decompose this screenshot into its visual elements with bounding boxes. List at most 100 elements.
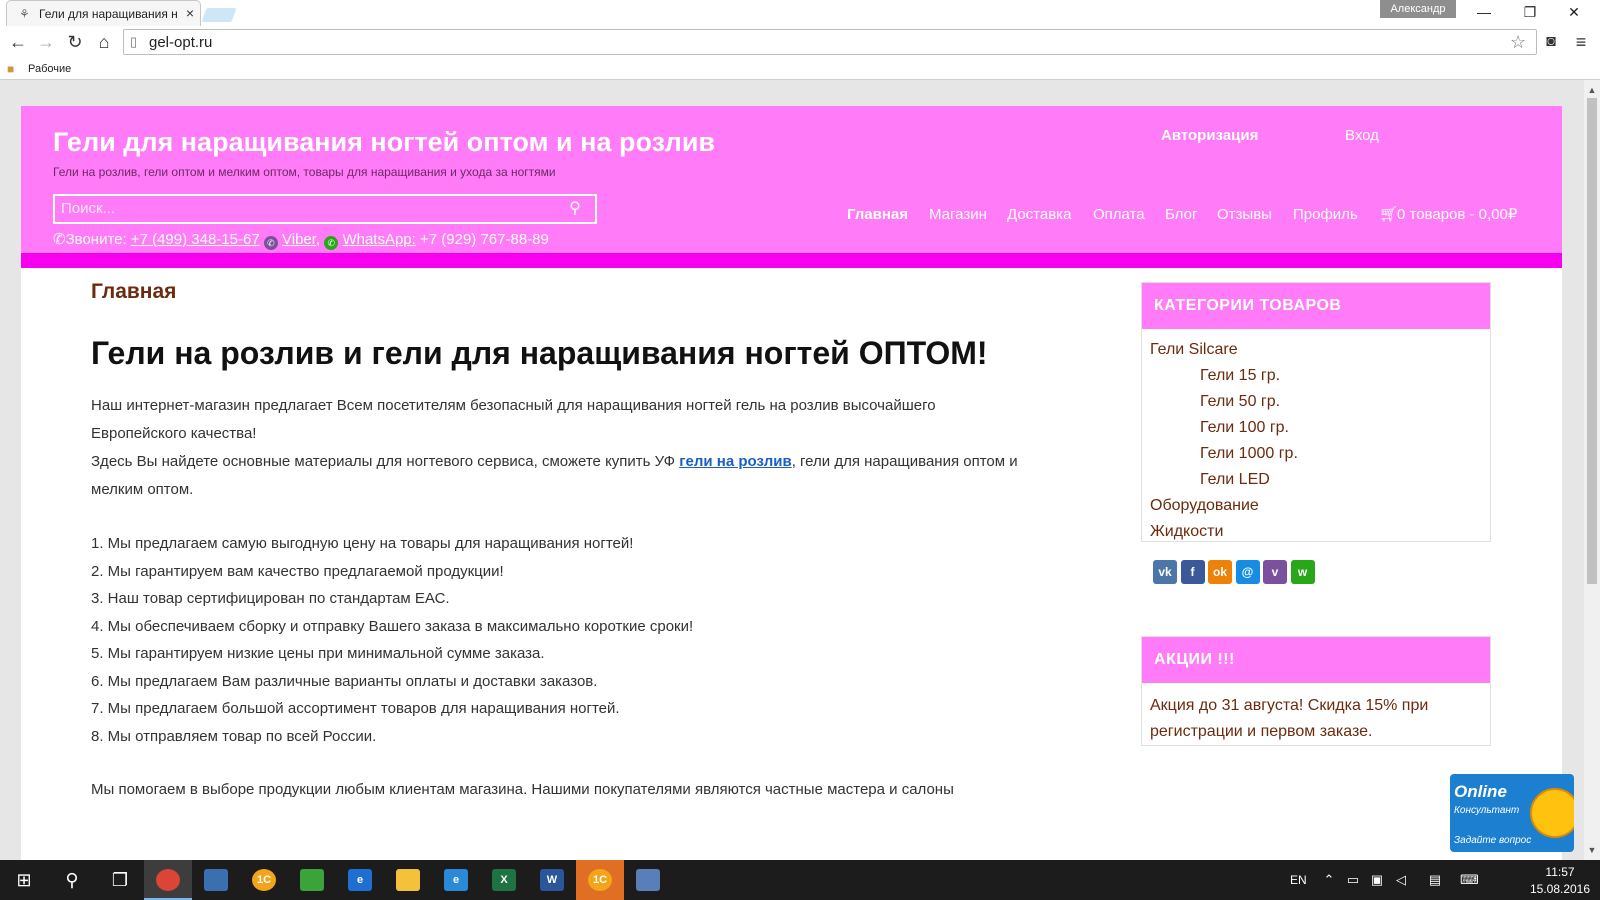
taskbar-app[interactable] xyxy=(288,860,336,900)
taskbar-app[interactable] xyxy=(624,860,672,900)
clock-time[interactable]: 11:57 xyxy=(1530,864,1590,880)
smiley-icon xyxy=(1530,788,1574,838)
network-icon[interactable]: ▣ xyxy=(1368,870,1386,890)
login-link[interactable]: Вход xyxy=(1345,126,1405,146)
forward-icon[interactable]: → xyxy=(34,30,58,54)
window-close-icon[interactable]: ✕ xyxy=(1556,2,1592,22)
extension-icon[interactable]: ◙ xyxy=(1540,31,1562,53)
online-consultant-button[interactable]: Online Консультант Задайте вопрос xyxy=(1450,774,1574,852)
windows-start-icon[interactable]: ⊞ xyxy=(0,860,48,900)
category-item[interactable]: Гели 100 гр. xyxy=(1150,415,1490,441)
category-item[interactable]: Гели Silcare xyxy=(1150,337,1490,363)
category-item[interactable]: Жидкости xyxy=(1150,519,1490,545)
category-item[interactable]: Гели 15 гр. xyxy=(1150,363,1490,389)
nav-item-home[interactable]: Главная xyxy=(847,204,908,226)
category-item[interactable]: Гели 1000 гр. xyxy=(1150,441,1490,467)
list-item: 3. Наш товар сертифицирован по стандарта… xyxy=(91,590,450,607)
url-text[interactable]: gel-opt.ru xyxy=(149,34,949,52)
taskbar-app[interactable] xyxy=(192,860,240,900)
gel-bulk-link[interactable]: гели на розлив xyxy=(679,453,791,470)
sale-text: Акция до 31 августа! Скидка 15% при реги… xyxy=(1150,697,1429,740)
language-indicator[interactable]: EN xyxy=(1290,870,1314,890)
nav-item-delivery[interactable]: Доставка xyxy=(1007,204,1071,226)
cart-link[interactable]: 0 товаров - 0,00₽ xyxy=(1397,204,1517,226)
clock-date[interactable]: 15.08.2016 xyxy=(1522,881,1598,897)
new-tab-button[interactable] xyxy=(201,8,237,22)
taskbar-explorer[interactable] xyxy=(384,860,432,900)
phone-link[interactable]: +7 (499) 348-15-67 xyxy=(131,231,260,248)
intro-paragraph-1: Наш интернет-магазин предлагает Всем пос… xyxy=(91,397,936,442)
notifications-icon[interactable]: ▤ xyxy=(1426,870,1444,890)
benefits-list: 1. Мы предлагаем самую выгодную цену на … xyxy=(91,530,991,750)
tab-close-icon[interactable]: × xyxy=(183,5,197,21)
intro-text-before: Здесь Вы найдете основные материалы для … xyxy=(91,453,680,470)
edge-icon: e xyxy=(348,869,372,891)
task-view-icon[interactable]: ❐ xyxy=(96,860,144,900)
viber-link[interactable]: Viber, xyxy=(282,231,320,248)
nav-item-payment[interactable]: Оплата xyxy=(1093,204,1145,226)
taskbar-ie[interactable]: e xyxy=(432,860,480,900)
whatsapp-icon: ✆ xyxy=(324,236,339,250)
search-icon[interactable]: ⚲ xyxy=(565,198,585,220)
consultant-ask: Задайте вопрос xyxy=(1454,835,1532,846)
categories-widget: КАТЕГОРИИ ТОВАРОВ Гели Silcare Гели 15 г… xyxy=(1141,282,1491,542)
bookmark-star-icon[interactable]: ☆ xyxy=(1510,32,1530,52)
keyboard-icon[interactable]: ⌨ xyxy=(1460,870,1479,890)
battery-icon[interactable]: ▭ xyxy=(1344,870,1362,890)
taskbar-1c-active[interactable]: 1C xyxy=(576,860,624,900)
bookmark-folder-label[interactable]: Рабочие xyxy=(28,62,108,76)
browser-tab[interactable]: ⚘ Гели для наращивания н × xyxy=(6,0,201,26)
auth-link[interactable]: Авторизация xyxy=(1161,126,1291,146)
facebook-icon[interactable]: f xyxy=(1180,560,1205,584)
mailru-icon[interactable]: @ xyxy=(1235,560,1260,584)
odnoklassniki-icon[interactable]: ok xyxy=(1208,560,1232,584)
search-icon[interactable]: ⚲ xyxy=(48,860,96,900)
header-accent-bar xyxy=(21,253,1562,268)
category-item[interactable]: Оборудование xyxy=(1150,493,1490,519)
taskbar-chrome[interactable] xyxy=(144,860,192,900)
whatsapp-icon[interactable]: w xyxy=(1290,560,1315,584)
whatsapp-link[interactable]: WhatsApp: xyxy=(342,231,415,248)
taskbar-edge[interactable]: e xyxy=(336,860,384,900)
taskbar-1c[interactable]: 1C xyxy=(240,860,288,900)
nav-item-blog[interactable]: Блог xyxy=(1165,204,1197,226)
minimize-icon[interactable]: — xyxy=(1466,2,1502,22)
categories-title: КАТЕГОРИИ ТОВАРОВ xyxy=(1142,283,1490,329)
vk-icon[interactable]: vk xyxy=(1153,560,1177,584)
back-icon[interactable]: ← xyxy=(6,30,30,54)
category-item[interactable]: Гели 50 гр. xyxy=(1150,389,1490,415)
taskbar-excel[interactable]: X xyxy=(480,860,528,900)
page-icon: ▯ xyxy=(130,34,138,49)
search-box[interactable]: Поиск... ⚲ xyxy=(53,194,597,224)
restore-icon[interactable]: ❐ xyxy=(1512,2,1548,22)
page-viewport: Гели для наращивания ногтей оптом и на р… xyxy=(0,80,1584,860)
taskbar-word[interactable]: W xyxy=(528,860,576,900)
whatsapp-phone[interactable]: +7 (929) 767-88-89 xyxy=(420,231,549,248)
scroll-thumb[interactable] xyxy=(1587,98,1597,584)
volume-icon[interactable]: ◁ xyxy=(1392,870,1410,890)
1c-icon: 1C xyxy=(588,869,612,891)
profile-name-badge[interactable]: Александр xyxy=(1380,0,1456,18)
scroll-up-icon[interactable]: ▲ xyxy=(1584,84,1600,96)
browser-menu-icon[interactable]: ≡ xyxy=(1570,31,1592,53)
tray-chevron-icon[interactable]: ⌃ xyxy=(1320,870,1338,890)
cart-icon[interactable]: 🛒︎ xyxy=(1379,204,1398,226)
viber-icon[interactable]: v xyxy=(1263,560,1287,584)
excel-icon: X xyxy=(492,869,516,891)
reload-icon[interactable]: ↻ xyxy=(63,30,87,54)
scroll-down-icon[interactable]: ▼ xyxy=(1584,844,1600,856)
nav-item-profile[interactable]: Профиль xyxy=(1293,204,1358,226)
folder-icon xyxy=(396,869,420,891)
home-icon[interactable]: ⌂ xyxy=(92,30,116,54)
address-bar[interactable]: ▯ gel-opt.ru ☆ xyxy=(123,29,1537,55)
site-title[interactable]: Гели для наращивания ногтей оптом и на р… xyxy=(53,124,953,160)
tab-title: Гели для наращивания н xyxy=(39,7,178,21)
category-item[interactable]: Гели LED xyxy=(1150,467,1490,493)
folder-icon[interactable]: ■ xyxy=(7,62,23,76)
search-input[interactable]: Поиск... xyxy=(61,199,541,219)
taskbar: ⊞ ⚲ ❐ 1C e e X W 1C EN ⌃ ▭ ▣ ◁ ▤ ⌨ 11:57… xyxy=(0,860,1600,900)
page-scrollbar[interactable]: ▲ ▼ xyxy=(1584,80,1600,860)
nav-item-shop[interactable]: Магазин xyxy=(929,204,987,226)
nav-item-reviews[interactable]: Отзывы xyxy=(1217,204,1272,226)
network-icon xyxy=(204,869,228,891)
